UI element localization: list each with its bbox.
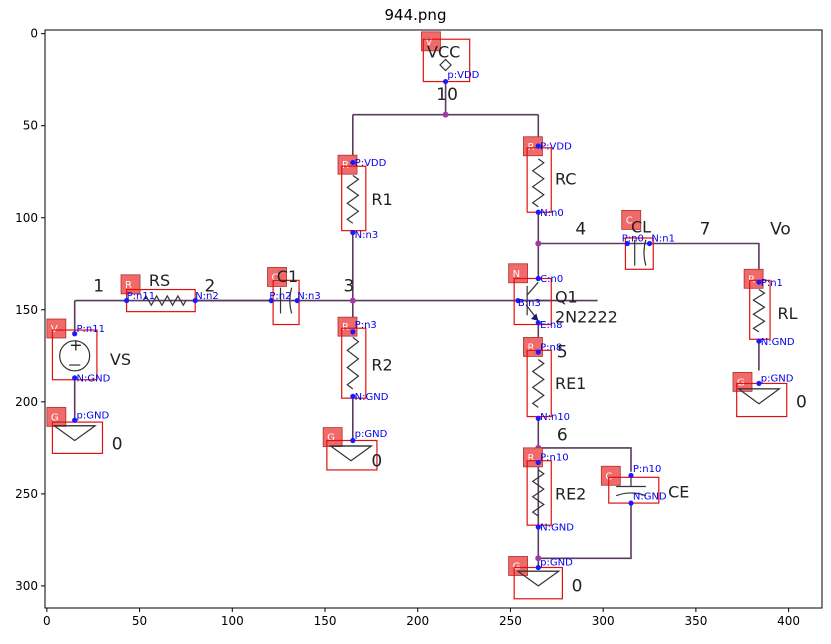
component-label: Q1 bbox=[555, 287, 578, 306]
pin-label: N:GND bbox=[761, 337, 795, 348]
ground-label: 0 bbox=[572, 576, 583, 596]
x-tick-label: 50 bbox=[132, 614, 147, 628]
pin-label: C:n0 bbox=[540, 274, 563, 285]
pin-label: P:n10 bbox=[540, 453, 568, 464]
component-label: R2 bbox=[371, 356, 392, 375]
pin-label: p:GND bbox=[761, 374, 794, 385]
component-tag: G bbox=[322, 427, 343, 448]
pin-label: P:n1 bbox=[761, 278, 783, 289]
component-label: CE bbox=[668, 483, 689, 502]
pin-label: N:GND bbox=[77, 374, 111, 385]
pin-label: P:n11 bbox=[127, 291, 155, 302]
pin-label: P:VDD bbox=[540, 142, 572, 153]
x-tick-label: 150 bbox=[314, 614, 337, 628]
y-tick-label: 300 bbox=[15, 579, 38, 593]
junction-dot bbox=[535, 240, 542, 247]
component-tag-letter: R bbox=[527, 453, 534, 464]
component-label: VS bbox=[110, 350, 131, 369]
component-label: VCC bbox=[427, 43, 460, 62]
pin-label: N:n10 bbox=[540, 412, 570, 423]
source-plus: + bbox=[69, 335, 82, 354]
pin-label: N:n1 bbox=[651, 234, 675, 245]
node-label: 6 bbox=[557, 425, 568, 445]
resistor-zigzag bbox=[346, 174, 360, 224]
bounding-box bbox=[51, 421, 104, 454]
node-label: 5 bbox=[557, 343, 568, 363]
y-tick-label: 250 bbox=[15, 487, 38, 501]
bounding-box bbox=[526, 147, 552, 213]
component-label: RE2 bbox=[555, 484, 586, 503]
component-model: 2N2222 bbox=[555, 308, 618, 327]
x-tick-label: 100 bbox=[221, 614, 244, 628]
pin-label: p:VDD bbox=[447, 70, 479, 81]
pin-label: P:n3 bbox=[355, 320, 377, 331]
y-tick-label: 50 bbox=[23, 119, 38, 133]
node-label: 3 bbox=[344, 276, 355, 296]
component-tag: N bbox=[508, 263, 529, 284]
node-label: 7 bbox=[700, 219, 711, 239]
x-tick-label: 300 bbox=[592, 614, 615, 628]
pin-label: P:n11 bbox=[77, 324, 105, 335]
y-tick-label: 100 bbox=[15, 211, 38, 225]
component-tag-letter: R bbox=[527, 342, 534, 353]
pin-label: N:n3 bbox=[297, 291, 321, 302]
resistor-zigzag bbox=[531, 359, 545, 408]
x-tick-label: 0 bbox=[43, 614, 51, 628]
pin-label: P:n10 bbox=[633, 464, 661, 475]
component-tag-letter: G bbox=[327, 433, 335, 444]
ground-symbol bbox=[328, 445, 374, 462]
pin-label: p:GND bbox=[355, 429, 388, 440]
component-tag: V bbox=[46, 318, 67, 339]
pin-label: P:VDD bbox=[355, 158, 387, 169]
node-label: Vo bbox=[770, 219, 791, 239]
component-tag: G bbox=[46, 406, 67, 427]
schematic-figure: 0 50 100 150 200 250 300 350 4000501001502002503… bbox=[15, 27, 823, 628]
wire bbox=[538, 242, 760, 283]
component-tag: C bbox=[600, 465, 621, 486]
x-tick-label: 350 bbox=[684, 614, 707, 628]
pin-label: N:GND bbox=[633, 491, 667, 502]
component-tag: G bbox=[508, 556, 529, 576]
component-label: R1 bbox=[371, 190, 392, 209]
transistor-arrow bbox=[530, 313, 539, 321]
pin-label: N:n0 bbox=[540, 208, 564, 219]
component-label: RS bbox=[149, 271, 170, 290]
node-label: 2 bbox=[204, 276, 215, 296]
pin-label: p:GND bbox=[77, 410, 110, 421]
pin-label: p:GND bbox=[540, 558, 573, 569]
x-tick-label: 200 bbox=[406, 614, 429, 628]
y-tick-label: 200 bbox=[15, 395, 38, 409]
pin-label: N:GND bbox=[540, 523, 574, 534]
component-label: RC bbox=[555, 170, 577, 189]
component-label: RE1 bbox=[555, 374, 586, 393]
transistor-collector bbox=[526, 281, 539, 296]
y-tick-label: 150 bbox=[15, 303, 38, 317]
pin-label: P:n2 bbox=[269, 291, 291, 302]
pin-label: N:GND bbox=[355, 392, 389, 403]
node-label: 10 bbox=[436, 85, 458, 105]
resistor-zigzag bbox=[531, 158, 545, 208]
ground-label: 0 bbox=[796, 392, 807, 412]
junction-dot bbox=[442, 111, 449, 118]
plot-frame bbox=[44, 29, 823, 609]
component-label: RL bbox=[777, 304, 797, 323]
junction-dot bbox=[349, 297, 356, 304]
pin-label: B:n3 bbox=[518, 298, 541, 309]
y-tick-label: 0 bbox=[30, 27, 38, 41]
ground-label: 0 bbox=[371, 451, 382, 471]
bounding-box bbox=[272, 279, 300, 326]
node-label: 4 bbox=[575, 219, 586, 239]
x-tick-label: 250 bbox=[499, 614, 522, 628]
resistor-zigzag bbox=[346, 336, 360, 390]
component-label: C1 bbox=[277, 267, 298, 286]
pin-label: N:n3 bbox=[355, 230, 379, 241]
x-tick-label: 400 bbox=[777, 614, 800, 628]
ground-label: 0 bbox=[112, 435, 123, 455]
node-label: 1 bbox=[93, 276, 104, 296]
resistor-zigzag bbox=[752, 288, 766, 333]
pin-label: P:n0 bbox=[622, 234, 644, 245]
ground-symbol bbox=[52, 425, 97, 442]
